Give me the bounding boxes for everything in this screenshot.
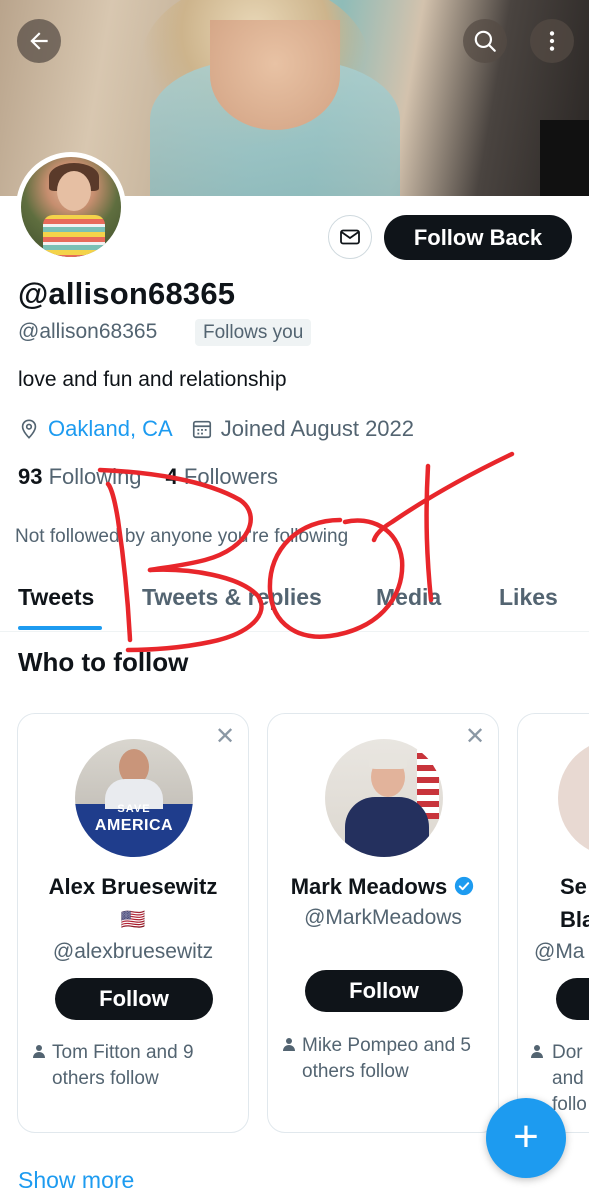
tab-media[interactable]: Media <box>376 584 441 611</box>
suggestion-name-text: Mark Meadows <box>290 874 448 899</box>
verified-badge-icon <box>455 876 474 896</box>
banner-photo-skin <box>210 20 340 130</box>
calendar-icon <box>192 420 211 439</box>
followers-link[interactable]: 4 Followers <box>166 464 279 490</box>
suggestion-card[interactable]: ✕ SAVE AMERICA Alex Bruesewitz 🇺🇸 @alexb… <box>17 713 249 1133</box>
suggestion-name-partial-2[interactable]: Bla <box>560 907 589 933</box>
more-button[interactable] <box>530 19 574 63</box>
suggestion-name[interactable]: Mark Meadows <box>268 874 498 900</box>
search-icon <box>474 30 496 52</box>
person-icon <box>531 1045 543 1058</box>
suggestion-card-partial[interactable]: Se Bla @Ma Dor and follo <box>517 713 589 1133</box>
suggestion-name[interactable]: Alex Bruesewitz <box>18 874 248 900</box>
banner-photo-background <box>540 120 589 196</box>
following-link[interactable]: 93 Following <box>18 464 142 490</box>
avatar-sign-text-top: SAVE <box>117 803 151 815</box>
social-context-partial-2: and <box>552 1068 584 1089</box>
profile-bio: love and fun and relationship <box>18 368 287 391</box>
social-context: Tom Fitton and 9 others follow <box>32 1040 242 1092</box>
profile-tabs: Tweets Tweets & replies Media Likes <box>0 574 589 632</box>
person-icon <box>33 1045 45 1058</box>
more-vertical-icon <box>549 31 555 51</box>
back-button[interactable] <box>17 19 61 63</box>
following-count: 93 <box>18 464 43 489</box>
suggestion-avatar[interactable] <box>325 739 443 857</box>
tab-likes[interactable]: Likes <box>499 584 558 611</box>
follow-back-button[interactable]: Follow Back <box>384 215 572 260</box>
active-tab-indicator <box>18 626 102 630</box>
avatar-sign-text-main: AMERICA <box>94 817 174 834</box>
arrow-left-icon <box>30 32 48 50</box>
message-button[interactable] <box>328 215 372 259</box>
profile-handle: @allison68365 <box>18 320 158 343</box>
follow-button[interactable]: Follow <box>55 978 213 1020</box>
avatar-person-hair <box>369 753 407 769</box>
follow-button[interactable]: Follow <box>305 970 463 1012</box>
followers-label: Followers <box>183 464 279 489</box>
profile-display-name: @allison68365 <box>18 276 236 311</box>
show-more-link[interactable]: Show more <box>18 1167 134 1194</box>
compose-tweet-button[interactable]: + <box>486 1098 566 1178</box>
dismiss-icon[interactable]: ✕ <box>214 725 236 749</box>
tab-tweets-replies[interactable]: Tweets & replies <box>142 584 322 611</box>
follows-you-badge: Follows you <box>195 319 312 346</box>
avatar-person-body <box>345 797 429 857</box>
us-flag-icon: 🇺🇸 <box>120 909 146 931</box>
follow-button[interactable] <box>556 978 589 1020</box>
suggestion-handle: @MarkMeadows <box>304 906 462 929</box>
social-context: Mike Pompeo and 5 others follow <box>282 1033 492 1085</box>
profile-avatar[interactable] <box>16 152 126 262</box>
not-followed-text: Not followed by anyone you're following <box>15 526 349 547</box>
location-pin-icon <box>21 419 37 439</box>
suggestion-handle-partial: @Ma <box>534 940 585 963</box>
profile-meta: Oakland, CA Joined August 2022 <box>18 414 414 444</box>
social-context-partial-1: Dor <box>552 1042 583 1063</box>
suggestion-name-partial-1[interactable]: Se <box>560 874 587 900</box>
following-label: Following <box>48 464 142 489</box>
search-button[interactable] <box>463 19 507 63</box>
dismiss-icon[interactable]: ✕ <box>464 725 486 749</box>
social-context-text: Tom Fitton and 9 others follow <box>52 1042 194 1089</box>
avatar-striped-top <box>43 215 105 257</box>
profile-location-link[interactable]: Oakland, CA <box>48 416 173 442</box>
who-to-follow-heading: Who to follow <box>18 647 189 677</box>
social-context-partial: Dor and follo <box>552 1040 587 1118</box>
person-icon <box>283 1038 295 1051</box>
suggestion-card[interactable]: ✕ Mark Meadows @MarkMeadows Follow Mike … <box>267 713 499 1133</box>
profile-joined-date: Joined August 2022 <box>220 416 415 441</box>
suggestion-avatar[interactable] <box>558 739 589 857</box>
envelope-icon <box>340 229 360 245</box>
suggestion-handle: @alexbruesewitz <box>52 940 214 963</box>
follow-counts: 93 Following 4 Followers <box>18 464 278 490</box>
avatar-face <box>57 171 91 211</box>
followers-count: 4 <box>165 464 178 489</box>
suggestion-avatar[interactable]: SAVE AMERICA <box>75 739 193 857</box>
tab-tweets[interactable]: Tweets <box>18 584 94 611</box>
social-context-text: Mike Pompeo and 5 others follow <box>302 1035 471 1082</box>
